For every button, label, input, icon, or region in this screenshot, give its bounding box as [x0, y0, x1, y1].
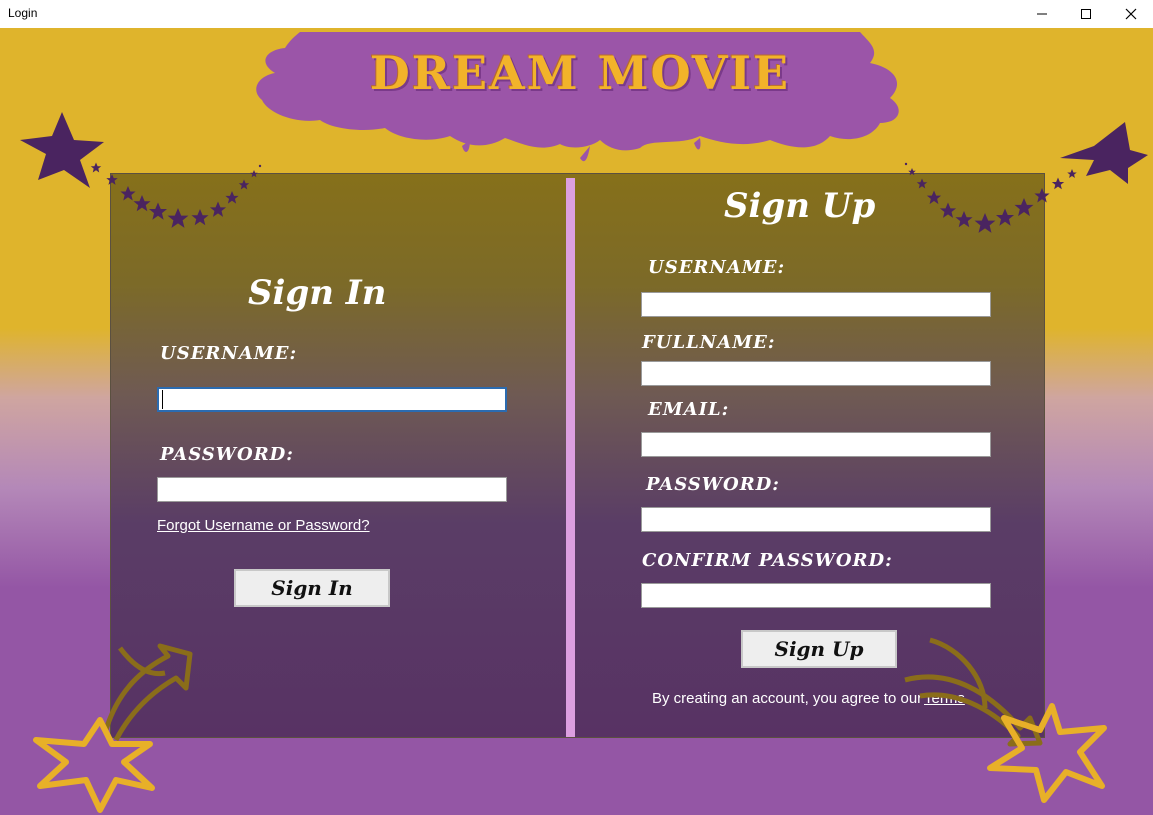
sign-up-password-label: PASSWORD: — [646, 474, 780, 495]
maximize-button[interactable] — [1063, 0, 1109, 28]
title-bar: Login — [0, 0, 1153, 28]
maximize-icon — [1081, 9, 1091, 19]
window-title: Login — [8, 6, 38, 20]
sign-up-confirm-password-label: CONFIRM PASSWORD: — [642, 550, 893, 571]
text-caret — [162, 390, 163, 409]
terms-notice: By creating an account, you agree to our — [652, 690, 923, 707]
close-icon — [1125, 8, 1137, 20]
sign-up-fullname-label: FULLNAME: — [642, 332, 776, 353]
close-button[interactable] — [1108, 0, 1153, 28]
sign-up-username-label: USERNAME: — [648, 257, 786, 278]
panel-divider — [566, 178, 575, 737]
sign-up-email-label: EMAIL: — [648, 399, 730, 420]
sign-up-fullname-input[interactable] — [641, 361, 991, 386]
forgot-credentials-link[interactable]: Forgot Username or Password? — [157, 517, 370, 534]
minimize-button[interactable] — [1019, 0, 1065, 28]
sign-up-email-input[interactable] — [641, 432, 991, 457]
sign-up-password-input[interactable] — [641, 507, 991, 532]
sign-in-heading: Sign In — [248, 273, 387, 313]
sign-in-username-input[interactable] — [157, 387, 507, 412]
login-scene: DREAM MOVIE Sign In USERNAME: PASSWORD: … — [0, 28, 1153, 815]
sign-in-button[interactable]: Sign In — [234, 569, 390, 607]
minimize-icon — [1037, 13, 1047, 15]
sign-in-username-label: USERNAME: — [160, 343, 298, 364]
terms-link[interactable]: Terms — [924, 690, 965, 707]
sign-in-password-label: PASSWORD: — [160, 444, 294, 465]
sign-up-confirm-password-input[interactable] — [641, 583, 991, 608]
sign-up-username-input[interactable] — [641, 292, 991, 317]
sign-up-button[interactable]: Sign Up — [741, 630, 897, 668]
sign-in-password-input[interactable] — [157, 477, 507, 502]
banner-title: DREAM MOVIE — [369, 46, 791, 100]
sign-up-heading: Sign Up — [724, 186, 876, 226]
